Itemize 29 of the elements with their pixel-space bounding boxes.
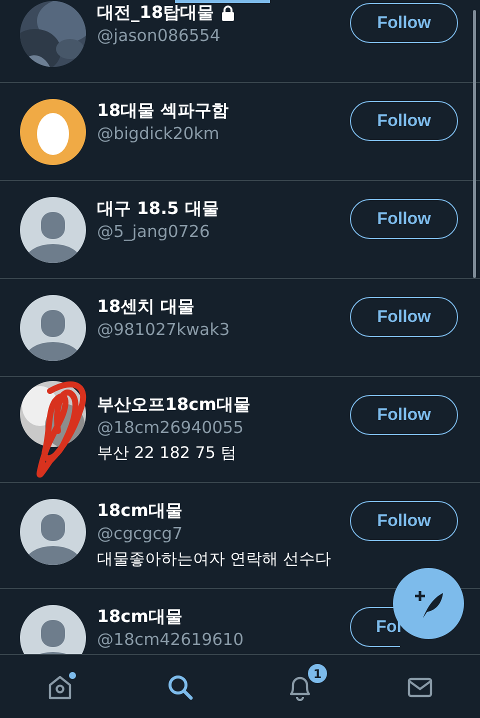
display-name: 18cm대물 [97,606,182,629]
user-bio: 대물좋아하는여자 연락해 선수다 [97,548,332,570]
user-row[interactable]: 대구 18.5 대물 @5_jang0726 Follow [0,181,480,279]
follow-button[interactable]: Follow [350,199,458,239]
display-name: 18대물 섹파구함 [97,100,229,123]
display-name: 대구 18.5 대물 [97,198,219,221]
notification-badge: 1 [307,663,328,684]
user-handle: @bigdick20km [97,123,220,145]
user-row[interactable]: 대전_18탑대물 @jason086554 Follow [0,0,480,83]
user-row[interactable]: 부산오프18cm대물 @18cm26940055 부산 22 182 75 텀 Follow [0,377,480,483]
user-handle: @18cm26940055 [97,417,245,439]
follow-button[interactable]: Follow [350,395,458,435]
search-icon[interactable] [166,672,194,700]
follow-button[interactable]: Follow [350,3,458,43]
display-name: 부산오프18cm대물 [97,394,250,417]
follow-button[interactable]: Follow [350,297,458,337]
display-name: 18센치 대물 [97,296,195,319]
follow-button[interactable]: Follow [350,101,458,141]
display-name: 대전_18탑대물 [97,2,214,25]
display-name: 18cm대물 [97,500,182,523]
user-handle: @cgcgcg7 [97,523,184,545]
user-handle: @18cm42619610 [97,629,245,651]
follow-button[interactable]: Follow [350,501,458,541]
user-row[interactable]: 18센치 대물 @981027kwak3 Follow [0,279,480,377]
user-row[interactable]: 18대물 섹파구함 @bigdick20km Follow [0,83,480,181]
user-handle: @jason086554 [97,25,222,47]
user-handle: @981027kwak3 [97,319,231,341]
user-handle: @5_jang0726 [97,221,211,243]
user-bio: 부산 22 182 75 텀 [97,442,238,464]
